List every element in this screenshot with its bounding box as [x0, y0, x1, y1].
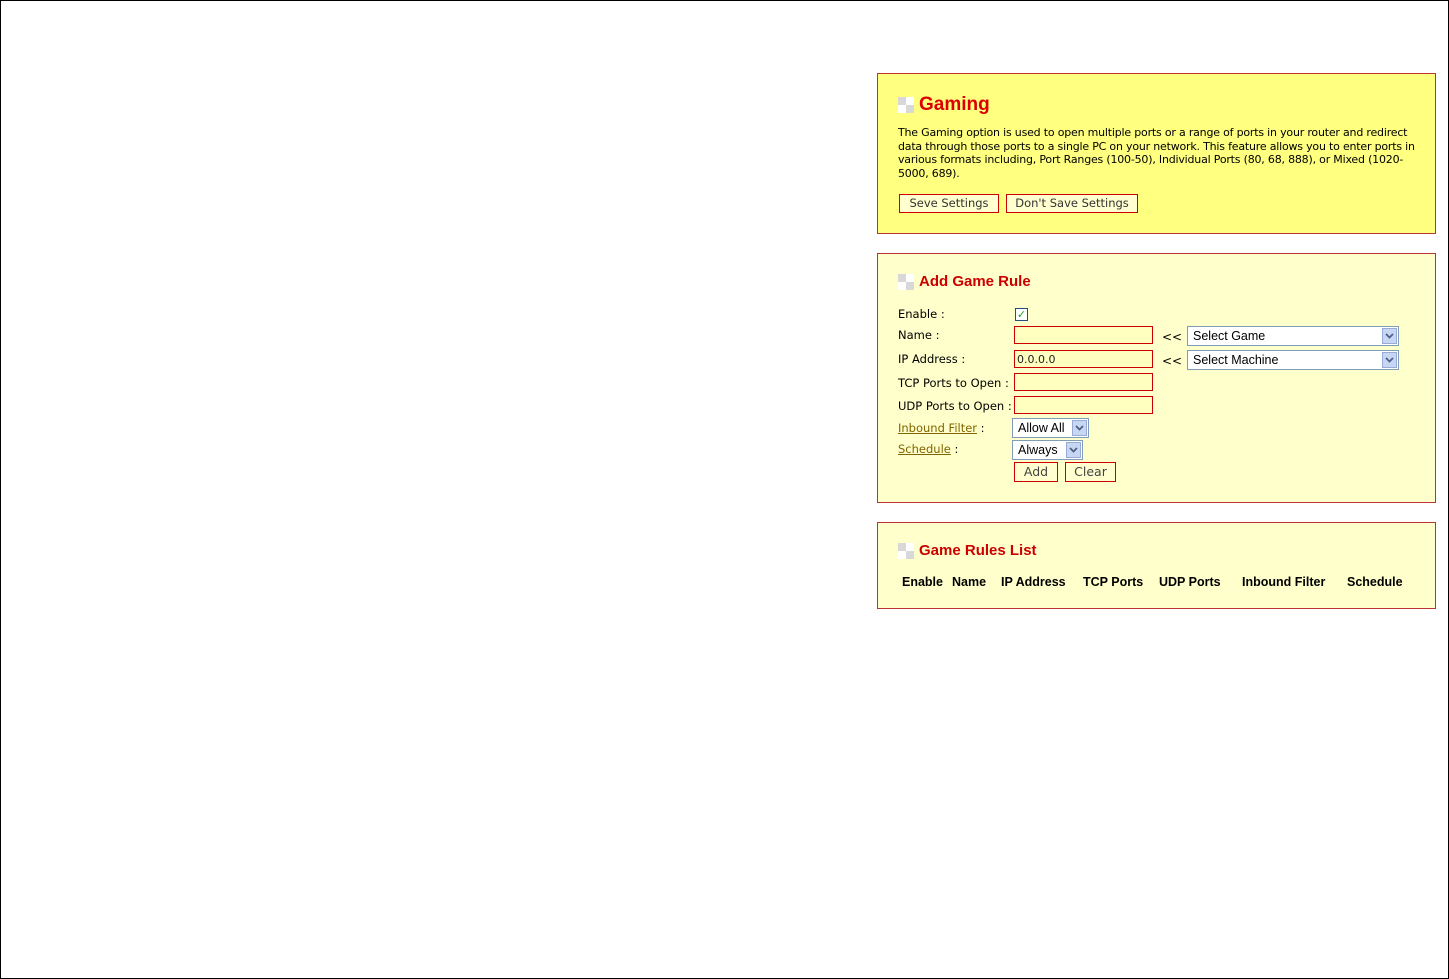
select-machine-dropdown[interactable]: Select Machine	[1187, 350, 1399, 370]
inbound-filter-link[interactable]: Inbound Filter	[898, 421, 977, 435]
grid-square-icon	[898, 97, 914, 113]
rules-list-title-row: Game Rules List	[898, 542, 1037, 559]
clear-button[interactable]: Clear	[1065, 462, 1116, 482]
select-machine-value: Select Machine	[1193, 353, 1279, 367]
tcp-ports-input[interactable]	[1014, 373, 1153, 391]
ip-address-input[interactable]	[1014, 350, 1153, 368]
gaming-description: The Gaming option is used to open multip…	[898, 126, 1415, 180]
inbound-filter-dropdown[interactable]: Allow All	[1012, 418, 1089, 438]
checkmark-icon: ✓	[1016, 308, 1027, 321]
name-input[interactable]	[1014, 326, 1153, 344]
rules-list-title: Game Rules List	[919, 542, 1037, 559]
save-settings-button[interactable]: Seve Settings	[899, 194, 999, 213]
udp-ports-label: UDP Ports to Open :	[898, 399, 1012, 413]
column-header-schedule: Schedule	[1347, 575, 1403, 589]
column-header-tcp-ports: TCP Ports	[1083, 575, 1144, 589]
column-header-ip-address: IP Address	[1001, 575, 1066, 589]
gaming-panel: Gaming The Gaming option is used to open…	[877, 73, 1436, 234]
chevron-down-icon[interactable]	[1072, 420, 1087, 436]
schedule-value: Always	[1018, 443, 1058, 457]
ip-address-label: IP Address :	[898, 352, 966, 366]
add-button[interactable]: Add	[1014, 462, 1058, 482]
page-title: Gaming	[919, 94, 990, 115]
column-header-udp-ports: UDP Ports	[1159, 575, 1221, 589]
column-header-enable: Enable	[902, 575, 943, 589]
game-rules-list-panel: Game Rules List Enable Name IP Address T…	[877, 522, 1436, 609]
inbound-filter-colon: :	[977, 421, 985, 435]
add-rule-title-row: Add Game Rule	[898, 273, 1031, 290]
game-arrow: <<	[1162, 330, 1183, 344]
chevron-down-icon[interactable]	[1066, 442, 1081, 458]
schedule-dropdown[interactable]: Always	[1012, 440, 1083, 460]
udp-ports-input[interactable]	[1014, 396, 1153, 414]
schedule-link[interactable]: Schedule	[898, 442, 951, 456]
inbound-filter-value: Allow All	[1018, 421, 1065, 435]
select-game-dropdown[interactable]: Select Game	[1187, 326, 1399, 346]
inbound-filter-label: Inbound Filter :	[898, 421, 985, 435]
column-header-name: Name	[952, 575, 987, 589]
enable-label: Enable :	[898, 307, 945, 321]
grid-square-icon	[898, 273, 914, 290]
tcp-ports-label: TCP Ports to Open :	[898, 376, 1009, 390]
dont-save-settings-button[interactable]: Don't Save Settings	[1006, 194, 1138, 213]
add-rule-title: Add Game Rule	[919, 273, 1031, 290]
grid-square-icon	[898, 542, 914, 559]
schedule-label: Schedule :	[898, 442, 958, 456]
column-header-inbound-filter: Inbound Filter	[1242, 575, 1326, 589]
select-game-value: Select Game	[1193, 329, 1266, 343]
chevron-down-icon[interactable]	[1382, 352, 1397, 368]
add-game-rule-panel: Add Game Rule Enable : ✓ Name : << Selec…	[877, 253, 1436, 503]
chevron-down-icon[interactable]	[1382, 328, 1397, 344]
schedule-colon: :	[950, 442, 959, 456]
gaming-title-row: Gaming	[898, 94, 990, 116]
name-label: Name :	[898, 328, 940, 342]
machine-arrow: <<	[1162, 354, 1183, 368]
enable-checkbox[interactable]: ✓	[1015, 308, 1028, 321]
